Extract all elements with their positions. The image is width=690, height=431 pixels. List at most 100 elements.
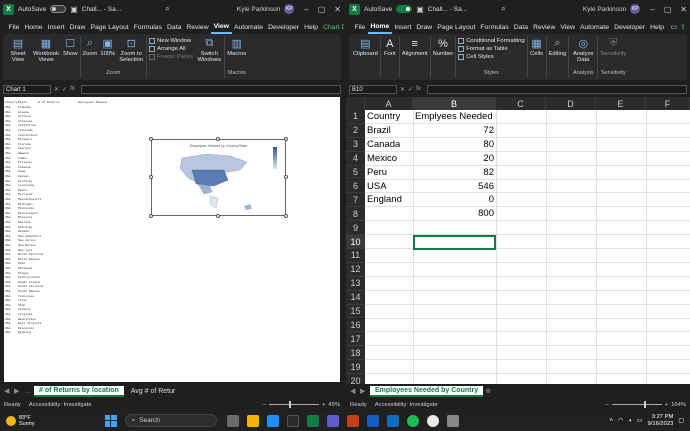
cell-a5[interactable]: Peru	[365, 166, 413, 180]
formula-input[interactable]	[81, 85, 341, 94]
row-header[interactable]: 8	[346, 207, 365, 222]
more-sheets-icon[interactable]: …	[24, 388, 32, 395]
tab-help[interactable]: Help	[648, 20, 667, 34]
fx-label[interactable]: fx	[70, 86, 75, 93]
notification-icon[interactable]: ▢	[678, 417, 684, 424]
tab-file[interactable]: File	[352, 20, 368, 34]
zoom-button[interactable]: ⌕ Zoom	[83, 36, 98, 70]
accessibility-status[interactable]: Accessibility: Investigate	[29, 402, 92, 408]
arrange-all-button[interactable]: Arrange All	[149, 46, 193, 52]
add-sheet-icon[interactable]: ⊕	[485, 387, 493, 395]
enter-icon[interactable]: ✓	[62, 86, 67, 93]
sheet-tab-employees-needed[interactable]: Employees Needed by Country	[370, 385, 484, 397]
autosave-toggle[interactable]	[50, 5, 67, 13]
chrome-icon[interactable]	[426, 414, 439, 427]
switch-windows-button[interactable]: ⧉ Switch Windows	[196, 36, 222, 70]
zoom-100-button[interactable]: ▣ 100%	[100, 36, 115, 70]
cell-b6[interactable]: 546	[413, 180, 496, 194]
store-icon[interactable]	[286, 414, 299, 427]
zoom-out-icon[interactable]: –	[263, 402, 266, 408]
font-button[interactable]: A Font	[383, 36, 397, 70]
row-header[interactable]: 15	[346, 304, 365, 319]
column-header-c[interactable]: C	[496, 97, 546, 110]
row-header[interactable]: 17	[346, 332, 365, 347]
edge-icon[interactable]	[266, 414, 279, 427]
restore-icon[interactable]: ▢	[318, 5, 326, 14]
name-box[interactable]: Chart 1	[3, 85, 51, 94]
tab-home[interactable]: Home	[22, 20, 45, 34]
row-header[interactable]: 18	[346, 346, 365, 361]
zoom-in-icon[interactable]: +	[665, 402, 668, 408]
powerpoint-icon[interactable]	[346, 414, 359, 427]
comment-icon[interactable]: ▭	[671, 23, 678, 31]
tab-page-layout[interactable]: Page Layout	[88, 20, 131, 34]
cell-b8-total[interactable]: 800	[413, 207, 496, 221]
tab-formulas[interactable]: Formulas	[478, 20, 511, 34]
cell-a1[interactable]: Country	[365, 110, 413, 124]
tab-formulas[interactable]: Formulas	[131, 20, 164, 34]
resize-handle[interactable]	[284, 214, 288, 218]
resize-handle[interactable]	[216, 137, 220, 141]
minimize-icon[interactable]: –	[650, 5, 654, 14]
cell-a6[interactable]: USA	[365, 180, 413, 194]
chevron-up-icon[interactable]: ˄	[609, 418, 613, 424]
number-button[interactable]: % Number	[433, 36, 454, 70]
zoom-level[interactable]: 45%	[328, 402, 340, 408]
enter-icon[interactable]: ✓	[408, 86, 413, 93]
alignment-button[interactable]: ≡ Alignment	[402, 36, 428, 70]
tab-insert[interactable]: Insert	[45, 20, 67, 34]
close-icon[interactable]: ✕	[680, 5, 687, 14]
resize-handle[interactable]	[149, 175, 153, 179]
search-icon[interactable]: ⌕	[501, 4, 505, 14]
selected-cell-b10[interactable]	[413, 235, 496, 250]
row-header[interactable]: 3	[346, 137, 365, 152]
column-header-f[interactable]: F	[646, 97, 690, 110]
row-header[interactable]: 10	[346, 235, 365, 249]
fx-label[interactable]: fx	[416, 86, 421, 93]
row-header[interactable]: 7	[346, 193, 365, 208]
zoom-to-selection-button[interactable]: ⊡ Zoom to Selection	[118, 36, 144, 70]
cell-b7[interactable]: 0	[413, 193, 496, 207]
outlook-icon[interactable]	[386, 414, 399, 427]
sheet-tab-avg-returns[interactable]: Avg # of Retur	[126, 387, 181, 396]
conditional-formatting-button[interactable]: Conditional Formatting	[458, 38, 525, 44]
tab-insert[interactable]: Insert	[392, 20, 414, 34]
row-header[interactable]: 11	[346, 249, 365, 263]
tab-draw[interactable]: Draw	[67, 20, 88, 34]
row-header[interactable]: 19	[346, 360, 365, 375]
cell-a3[interactable]: Canada	[365, 138, 413, 152]
document-title[interactable]: Chall... - Sa...	[82, 6, 121, 13]
cell-a7[interactable]: England	[365, 193, 413, 207]
cell-styles-button[interactable]: Cell Styles	[458, 54, 524, 60]
tab-data[interactable]: Data	[511, 20, 530, 34]
prev-sheet-icon[interactable]: ◀	[4, 387, 12, 395]
prev-sheet-icon[interactable]: ◀	[350, 387, 358, 395]
column-header-e[interactable]: E	[596, 97, 646, 110]
zoom-out-icon[interactable]: –	[606, 402, 609, 408]
cell-area[interactable]: Country Emplyees Needed Brazil 72 Canada…	[365, 110, 690, 384]
workbook-views-button[interactable]: ▦ Workbook Views	[32, 36, 60, 70]
resize-handle[interactable]	[149, 214, 153, 218]
wifi-icon[interactable]: ◠	[618, 417, 623, 424]
zoom-in-icon[interactable]: +	[322, 402, 325, 408]
cell-b3[interactable]: 80	[413, 138, 496, 152]
save-icon[interactable]: ▣	[70, 5, 78, 14]
tab-data[interactable]: Data	[164, 20, 183, 34]
next-sheet-icon[interactable]: ▶	[360, 387, 368, 395]
show-button[interactable]: ☐ Show	[63, 36, 78, 70]
row-header[interactable]: 6	[346, 179, 365, 194]
row-header[interactable]: 9	[346, 221, 365, 236]
file-explorer-icon[interactable]	[246, 414, 259, 427]
tab-automate[interactable]: Automate	[577, 20, 611, 34]
sheet-view-button[interactable]: ▤ Sheet View	[7, 36, 29, 70]
column-header-a[interactable]: A	[365, 97, 413, 110]
tab-developer[interactable]: Developer	[612, 20, 648, 34]
cancel-icon[interactable]: ✕	[54, 86, 59, 93]
cell-a2[interactable]: Brazil	[365, 124, 413, 138]
tab-file[interactable]: File	[6, 20, 22, 34]
zoom-slider[interactable]	[611, 401, 662, 408]
row-header[interactable]: 14	[346, 290, 365, 305]
share-icon[interactable]: ⇪	[680, 23, 686, 31]
accessibility-status[interactable]: Accessibility: Investigate	[375, 402, 438, 408]
formula-input[interactable]	[427, 85, 687, 94]
